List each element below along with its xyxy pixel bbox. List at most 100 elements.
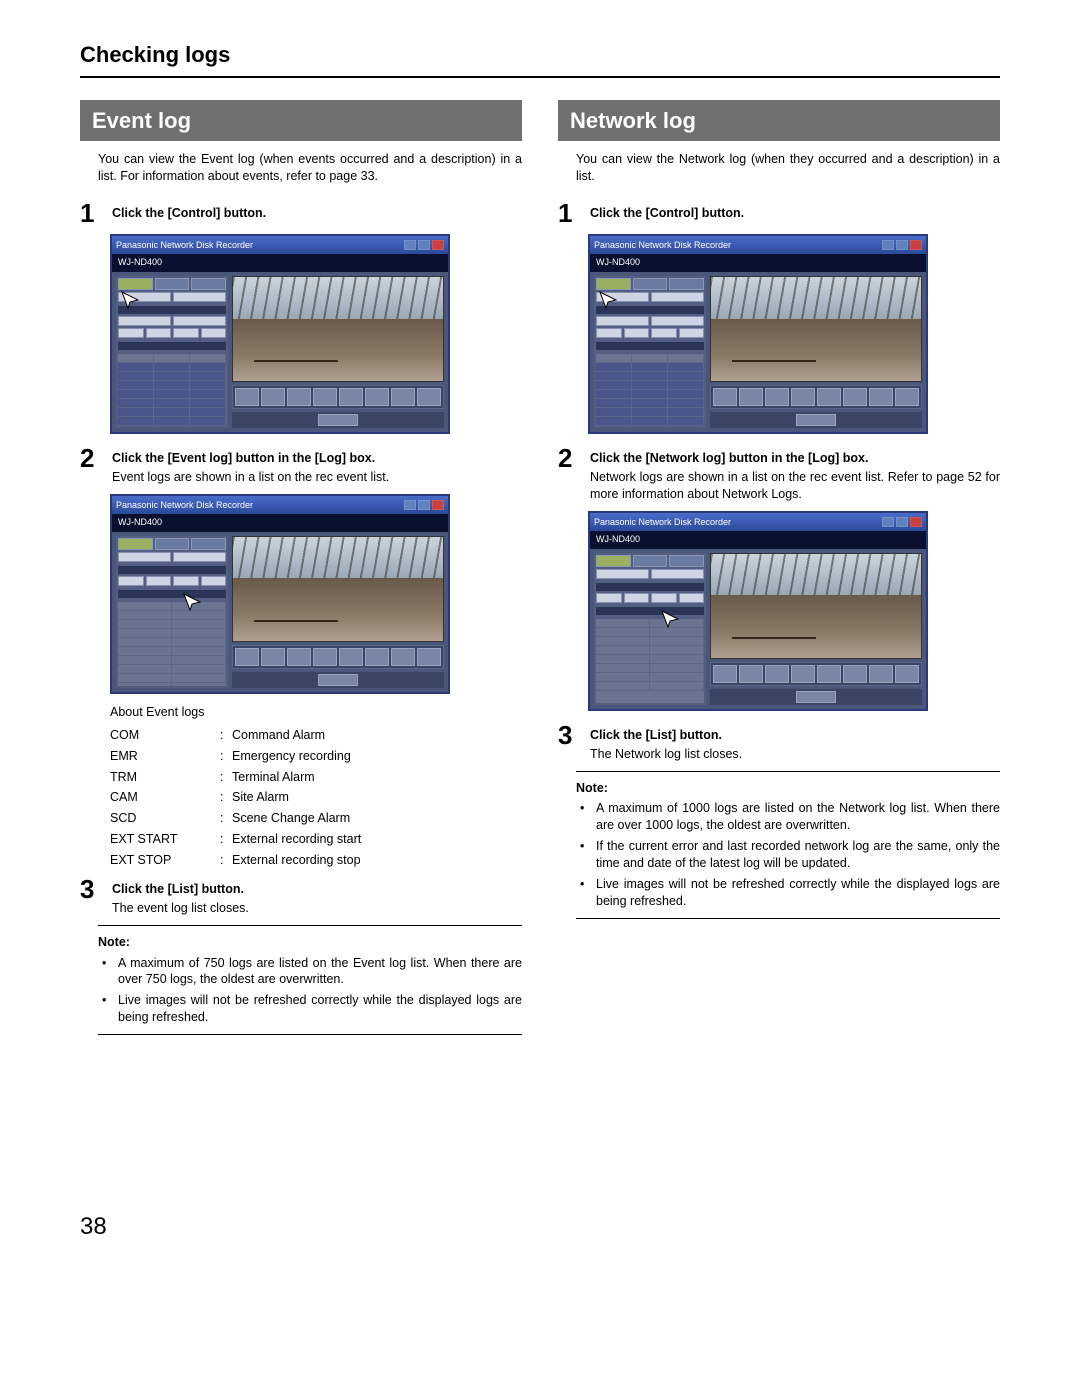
sidebar-button[interactable] xyxy=(201,328,227,338)
sidebar-button[interactable] xyxy=(118,316,171,326)
page-title: Checking logs xyxy=(80,40,1000,70)
playback-controls[interactable] xyxy=(232,385,444,409)
sidebar-button[interactable] xyxy=(596,316,649,326)
rec-event-label xyxy=(118,342,226,350)
page-number: 38 xyxy=(80,1211,1000,1243)
sidebar-button[interactable] xyxy=(679,328,705,338)
note-text: Live images will not be refreshed correc… xyxy=(118,992,522,1026)
network-log-button[interactable] xyxy=(201,576,227,586)
step-heading: Click the [List] button. xyxy=(590,721,1000,744)
step-number: 2 xyxy=(80,444,102,486)
control-button[interactable] xyxy=(796,414,836,426)
playback-controls[interactable] xyxy=(710,385,922,409)
playback-controls[interactable] xyxy=(710,662,922,686)
definition-sep: : xyxy=(220,727,232,744)
right-step-2: 2 Click the [Network log] button in the … xyxy=(558,444,1000,503)
step-description: The Network log list closes. xyxy=(590,746,1000,763)
sidebar-button[interactable] xyxy=(173,552,226,562)
minimize-icon[interactable] xyxy=(404,240,416,250)
close-icon[interactable] xyxy=(910,240,922,250)
rec-event-label xyxy=(596,342,704,350)
sidebar-button[interactable] xyxy=(596,328,622,338)
event-log-list[interactable] xyxy=(118,602,226,686)
setup-tab[interactable] xyxy=(669,555,704,567)
left-column: Event log You can view the Event log (wh… xyxy=(80,100,522,1041)
sidebar-button[interactable] xyxy=(118,328,144,338)
network-log-label xyxy=(596,607,704,615)
network-log-button[interactable] xyxy=(679,593,705,603)
definition-row: CAM:Site Alarm xyxy=(110,789,522,806)
window-title: Panasonic Network Disk Recorder xyxy=(594,239,731,251)
control-button[interactable] xyxy=(318,674,358,686)
sidebar-button[interactable] xyxy=(173,328,199,338)
maximize-icon[interactable] xyxy=(418,240,430,250)
minimize-icon[interactable] xyxy=(882,240,894,250)
definition-sep: : xyxy=(220,748,232,765)
setup-tab[interactable] xyxy=(191,538,226,550)
close-icon[interactable] xyxy=(432,500,444,510)
log-section-label xyxy=(118,566,226,574)
divider xyxy=(576,771,1000,772)
sidebar-button[interactable] xyxy=(118,552,171,562)
definition-row: EXT STOP:External recording stop xyxy=(110,852,522,869)
sidebar-button[interactable] xyxy=(146,328,172,338)
control-tab[interactable] xyxy=(596,278,631,290)
rec-event-list[interactable] xyxy=(118,354,226,426)
sidebar-button[interactable] xyxy=(624,328,650,338)
maximize-icon[interactable] xyxy=(896,517,908,527)
event-log-button[interactable] xyxy=(173,576,199,586)
definition-row: TRM:Terminal Alarm xyxy=(110,769,522,786)
left-step-3: 3 Click the [List] button. The event log… xyxy=(80,875,522,917)
control-tab[interactable] xyxy=(118,278,153,290)
access-log-button[interactable] xyxy=(624,593,650,603)
event-log-intro: You can view the Event log (when events … xyxy=(98,151,522,185)
control-button[interactable] xyxy=(796,691,836,703)
definition-value: External recording start xyxy=(232,831,522,848)
error-log-button[interactable] xyxy=(118,576,144,586)
cam-select-tab[interactable] xyxy=(633,555,668,567)
step-number: 3 xyxy=(558,721,580,763)
control-button[interactable] xyxy=(318,414,358,426)
bullet-icon: • xyxy=(580,876,590,910)
sidebar-button[interactable] xyxy=(173,316,226,326)
event-log-button[interactable] xyxy=(651,593,677,603)
camera-view xyxy=(710,276,922,382)
setup-tab[interactable] xyxy=(669,278,704,290)
log-section-label xyxy=(596,583,704,591)
left-step-1: 1 Click the [Control] button. xyxy=(80,199,522,226)
cam-select-tab[interactable] xyxy=(155,278,190,290)
sidebar-button[interactable] xyxy=(596,569,649,579)
access-log-button[interactable] xyxy=(146,576,172,586)
definition-key: EMR xyxy=(110,748,220,765)
sidebar-button[interactable] xyxy=(651,328,677,338)
bullet-icon: • xyxy=(102,992,112,1026)
cam-select-tab[interactable] xyxy=(155,538,190,550)
sidebar-button[interactable] xyxy=(651,292,704,302)
camera-view xyxy=(232,536,444,642)
minimize-icon[interactable] xyxy=(404,500,416,510)
step-heading: Click the [Event log] button in the [Log… xyxy=(112,444,522,467)
divider xyxy=(98,925,522,926)
playback-controls[interactable] xyxy=(232,645,444,669)
close-icon[interactable] xyxy=(432,240,444,250)
error-log-button[interactable] xyxy=(596,593,622,603)
maximize-icon[interactable] xyxy=(896,240,908,250)
cam-select-tab[interactable] xyxy=(633,278,668,290)
step-number: 1 xyxy=(558,199,580,226)
control-tab[interactable] xyxy=(118,538,153,550)
network-log-intro: You can view the Network log (when they … xyxy=(576,151,1000,185)
model-label: WJ-ND400 xyxy=(118,516,162,530)
setup-tab[interactable] xyxy=(191,278,226,290)
definition-key: EXT START xyxy=(110,831,220,848)
sidebar-button[interactable] xyxy=(651,569,704,579)
step-description: Event logs are shown in a list on the re… xyxy=(112,469,522,486)
rec-event-list[interactable] xyxy=(596,354,704,426)
sidebar-button[interactable] xyxy=(173,292,226,302)
control-tab[interactable] xyxy=(596,555,631,567)
network-log-list[interactable] xyxy=(596,619,704,703)
maximize-icon[interactable] xyxy=(418,500,430,510)
definition-sep: : xyxy=(220,852,232,869)
sidebar-button[interactable] xyxy=(651,316,704,326)
minimize-icon[interactable] xyxy=(882,517,894,527)
close-icon[interactable] xyxy=(910,517,922,527)
